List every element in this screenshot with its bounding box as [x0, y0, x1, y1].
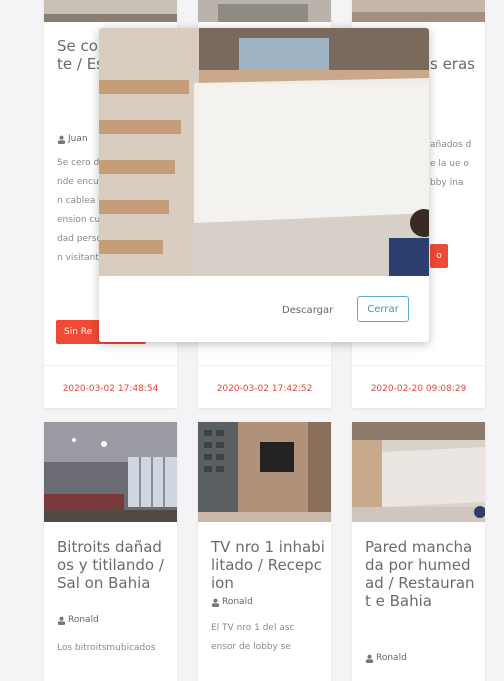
modal-preview-image — [99, 28, 429, 276]
user-icon — [57, 135, 66, 144]
report-card-4[interactable]: Bitroits dañados y titilando / Sal on Ba… — [44, 422, 177, 681]
report-date: 2020-03-02 17:48:54 — [62, 384, 159, 394]
report-author: Ronald — [57, 615, 99, 625]
report-description: Los bitroitsmubicados — [57, 643, 156, 653]
report-title: Pared manchada por humedad / Restaurant … — [365, 538, 475, 610]
report-photo-image — [198, 422, 331, 522]
report-card-6[interactable]: Pared manchada por humedad / Restaurant … — [352, 422, 485, 681]
report-photo[interactable] — [352, 0, 485, 22]
report-description: añados de la ue obby ina — [430, 140, 472, 188]
report-author-name: Ronald — [68, 615, 99, 625]
report-photo[interactable] — [352, 422, 485, 522]
report-author-name: Ronald — [376, 653, 407, 663]
report-photo[interactable] — [198, 422, 331, 522]
report-author: Ronald — [211, 597, 253, 607]
report-photo[interactable] — [44, 0, 177, 22]
report-photo-image — [352, 0, 485, 22]
card-divider — [352, 365, 485, 366]
report-description: El TV nro 1 del ascensor de lobby se — [211, 623, 295, 652]
report-author: Juan — [57, 134, 88, 144]
card-divider — [44, 365, 177, 366]
report-date: 2020-02-20 09:08:29 — [370, 384, 467, 394]
report-photo-image — [44, 0, 177, 22]
download-button[interactable]: Descargar — [276, 298, 339, 322]
status-button[interactable]: o — [430, 244, 448, 268]
report-title: TV nro 1 inhabilitado / Recepcion — [211, 538, 325, 592]
user-icon — [57, 616, 66, 625]
report-title: s eras — [430, 55, 475, 73]
report-author-name: Ronald — [222, 597, 253, 607]
report-card-5[interactable]: TV nro 1 inhabilitado / Recepcion Ronald… — [198, 422, 331, 681]
report-photo-image — [198, 0, 331, 22]
report-date: 2020-03-02 17:42:52 — [216, 384, 313, 394]
image-preview-modal: Descargar Cerrar — [99, 28, 429, 342]
report-photo[interactable] — [198, 0, 331, 22]
report-author: Ronald — [365, 653, 407, 663]
report-photo-image — [44, 422, 177, 522]
report-author-name: Juan — [68, 134, 88, 144]
user-icon — [211, 598, 220, 607]
card-divider — [198, 365, 331, 366]
report-photo-image — [352, 422, 485, 522]
report-title: Bitroits dañados y titilando / Sal on Ba… — [57, 538, 164, 592]
close-button[interactable]: Cerrar — [357, 296, 409, 322]
user-icon — [365, 654, 374, 663]
report-photo[interactable] — [44, 422, 177, 522]
